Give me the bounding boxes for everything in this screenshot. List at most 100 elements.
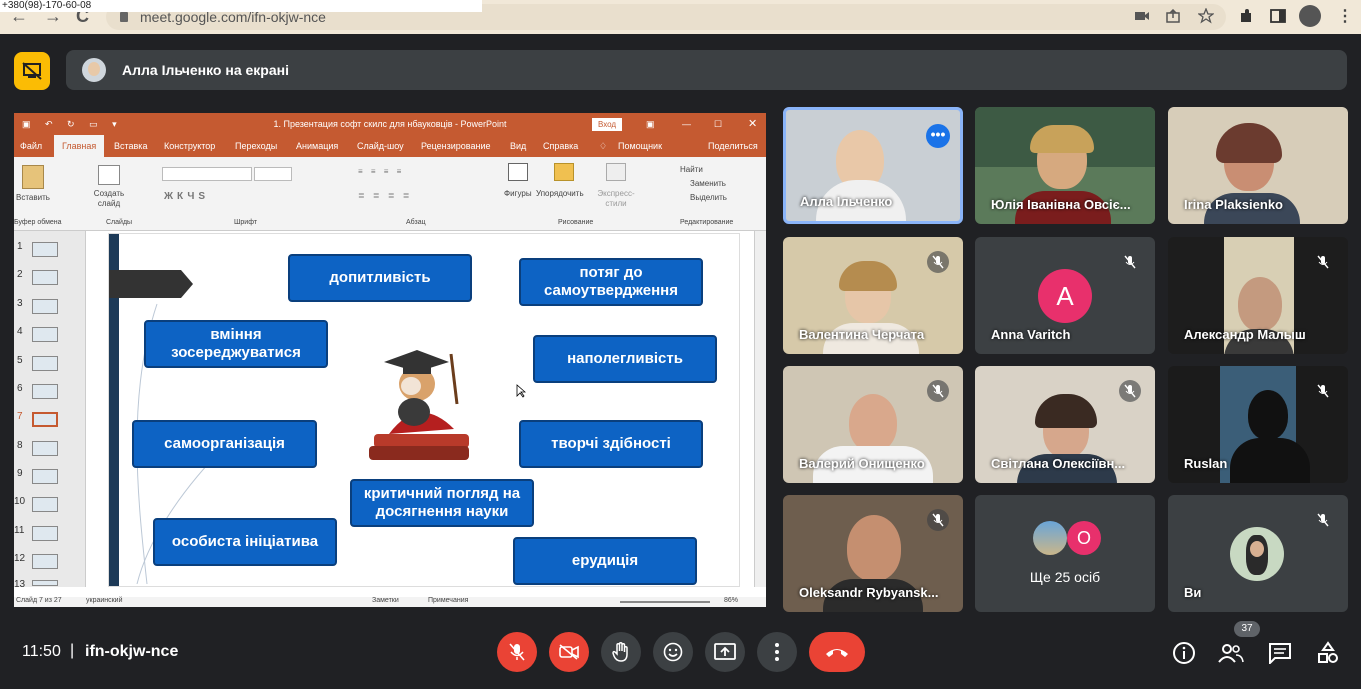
profile-avatar[interactable] — [1299, 5, 1321, 27]
notes-button[interactable]: Заметки — [372, 597, 399, 604]
comments-button[interactable]: Примечания — [428, 597, 468, 604]
font-format-icons[interactable]: ЖКЧS — [164, 191, 209, 202]
arrange-button[interactable]: Упорядочить — [536, 189, 584, 198]
quick-styles-icon[interactable] — [606, 163, 626, 181]
participant-tile[interactable]: Валерий Онищенко — [783, 366, 963, 483]
tab-view[interactable]: Вид — [510, 141, 526, 151]
font-name-select[interactable] — [162, 167, 252, 181]
activities-icon[interactable] — [1315, 640, 1341, 666]
ppt-status-bar: Слайд 7 из 27 украинский Заметки Примеча… — [14, 597, 766, 607]
ribbon-display-icon[interactable]: ▣ — [646, 113, 655, 135]
slide-thumb[interactable] — [32, 554, 58, 569]
mic-toggle-button[interactable] — [497, 632, 537, 672]
slide-thumb[interactable] — [32, 526, 58, 541]
new-slide-button[interactable]: Создать слайд — [92, 189, 126, 209]
minimize-icon[interactable]: — — [682, 113, 691, 135]
participant-tile[interactable]: Юлія Іванівна Овсіє... — [975, 107, 1155, 224]
chat-icon[interactable] — [1267, 640, 1293, 666]
group-editing: Редактирование — [680, 219, 734, 226]
tab-share[interactable]: Поделиться — [708, 141, 758, 151]
paragraph-icons[interactable]: ≡ ≡ ≡ ≡ — [358, 167, 404, 176]
slide-thumb[interactable] — [32, 327, 58, 342]
leave-call-button[interactable] — [809, 632, 865, 672]
reactions-button[interactable] — [653, 632, 693, 672]
extensions-icon[interactable] — [1238, 8, 1254, 24]
paste-button[interactable]: Вставить — [16, 193, 50, 202]
camera-blocked-icon[interactable] — [1134, 9, 1150, 23]
tab-assistant[interactable]: Помощник — [618, 141, 662, 151]
group-slides: Слайды — [106, 219, 133, 226]
tab-review[interactable]: Рецензирование — [421, 141, 491, 151]
find-button[interactable]: Найти — [680, 165, 703, 174]
lightbulb-icon: ♢ — [599, 141, 608, 151]
participant-tile[interactable]: Oleksandr Rybyansk... — [783, 495, 963, 612]
self-tile[interactable]: Ви — [1168, 495, 1348, 612]
slide-number: 13 — [14, 579, 26, 590]
presentation-icon[interactable] — [14, 52, 50, 90]
shared-screen: 1. Презентация софт скилс для нбауковців… — [14, 113, 766, 607]
slide-thumb[interactable] — [32, 497, 58, 512]
shapes-icon[interactable] — [508, 163, 528, 181]
signin-button[interactable]: Вход — [592, 118, 623, 131]
camera-toggle-button[interactable] — [549, 632, 589, 672]
paste-icon[interactable] — [22, 165, 44, 189]
slide-thumb[interactable] — [32, 299, 58, 314]
menu-dots-icon[interactable]: ⋮ — [1337, 6, 1353, 26]
maximize-icon[interactable]: ☐ — [714, 113, 722, 135]
participant-name: Юлія Іванівна Овсіє... — [991, 197, 1131, 212]
slide-scrollbar[interactable] — [754, 231, 766, 587]
slide-thumb[interactable] — [32, 356, 58, 371]
tab-slideshow[interactable]: Слайд-шоу — [357, 141, 404, 151]
tab-insert[interactable]: Вставка — [114, 141, 147, 151]
share-icon[interactable] — [1165, 9, 1181, 23]
participant-tile[interactable]: Александр Малыш — [1168, 237, 1348, 354]
slide-box: вміння зосереджуватися — [144, 320, 328, 368]
tab-animations[interactable]: Анимация — [296, 141, 338, 151]
tab-help[interactable]: Справка — [543, 141, 578, 151]
participant-tile[interactable]: Світлана Олексіївн... — [975, 366, 1155, 483]
close-icon[interactable]: ✕ — [748, 113, 757, 135]
slide-thumb[interactable] — [32, 270, 58, 285]
more-options-button[interactable] — [757, 632, 797, 672]
slide-thumb-active[interactable] — [32, 412, 58, 427]
present-screen-button[interactable] — [705, 632, 745, 672]
arrange-icon[interactable] — [554, 163, 574, 181]
tab-design[interactable]: Конструктор — [164, 141, 215, 151]
participant-tile[interactable]: Irina Plaksienko — [1168, 107, 1348, 224]
more-options-icon[interactable]: ••• — [926, 124, 950, 148]
meeting-info-icon[interactable] — [1171, 640, 1197, 666]
participant-video — [849, 394, 897, 452]
slide-thumbnails: 1 2 3 4 5 6 7 8 9 10 11 12 13 — [14, 231, 86, 590]
quick-styles-button[interactable]: Экспресс-стили — [594, 189, 638, 209]
quick-access-icons[interactable]: ▣ ↶ ↻ ▭ ▾ — [22, 113, 123, 135]
slide-thumb[interactable] — [32, 580, 58, 586]
tab-transitions[interactable]: Переходы — [235, 141, 277, 151]
bookmark-star-icon[interactable] — [1198, 8, 1214, 24]
participant-tile[interactable]: Ruslan — [1168, 366, 1348, 483]
select-button[interactable]: Выделить — [690, 193, 727, 202]
mic-off-icon — [1312, 251, 1334, 273]
participant-tile[interactable]: Валентина Черчата — [783, 237, 963, 354]
replace-button[interactable]: Заменить — [690, 179, 726, 188]
font-size-select[interactable] — [254, 167, 292, 181]
align-icons[interactable]: ≣ ≣ ≣ ≣ — [358, 191, 412, 200]
ppt-tab-bar: Файл Главная Вставка Конструктор Переход… — [14, 135, 766, 157]
slide-thumb[interactable] — [32, 384, 58, 399]
tab-file[interactable]: Файл — [20, 141, 42, 151]
slide-thumb[interactable] — [32, 469, 58, 484]
participant-tile[interactable]: A Anna Varitch — [975, 237, 1155, 354]
people-icon[interactable] — [1218, 640, 1244, 666]
more-participants-tile[interactable]: O Ще 25 осіб — [975, 495, 1155, 612]
participant-video — [1238, 277, 1282, 331]
slide-thumb[interactable] — [32, 242, 58, 257]
mic-off-icon — [509, 643, 525, 661]
raise-hand-button[interactable] — [601, 632, 641, 672]
shapes-button[interactable]: Фигуры — [504, 189, 532, 198]
slide-thumb[interactable] — [32, 441, 58, 456]
tab-home[interactable]: Главная — [54, 135, 105, 157]
slide-box: потяг до самоутвердження — [519, 258, 703, 306]
participant-tile[interactable]: ••• Алла Ільченко — [783, 107, 963, 224]
sidebar-icon[interactable] — [1270, 8, 1286, 24]
zoom-slider[interactable] — [620, 601, 710, 603]
new-slide-icon[interactable] — [98, 165, 120, 185]
